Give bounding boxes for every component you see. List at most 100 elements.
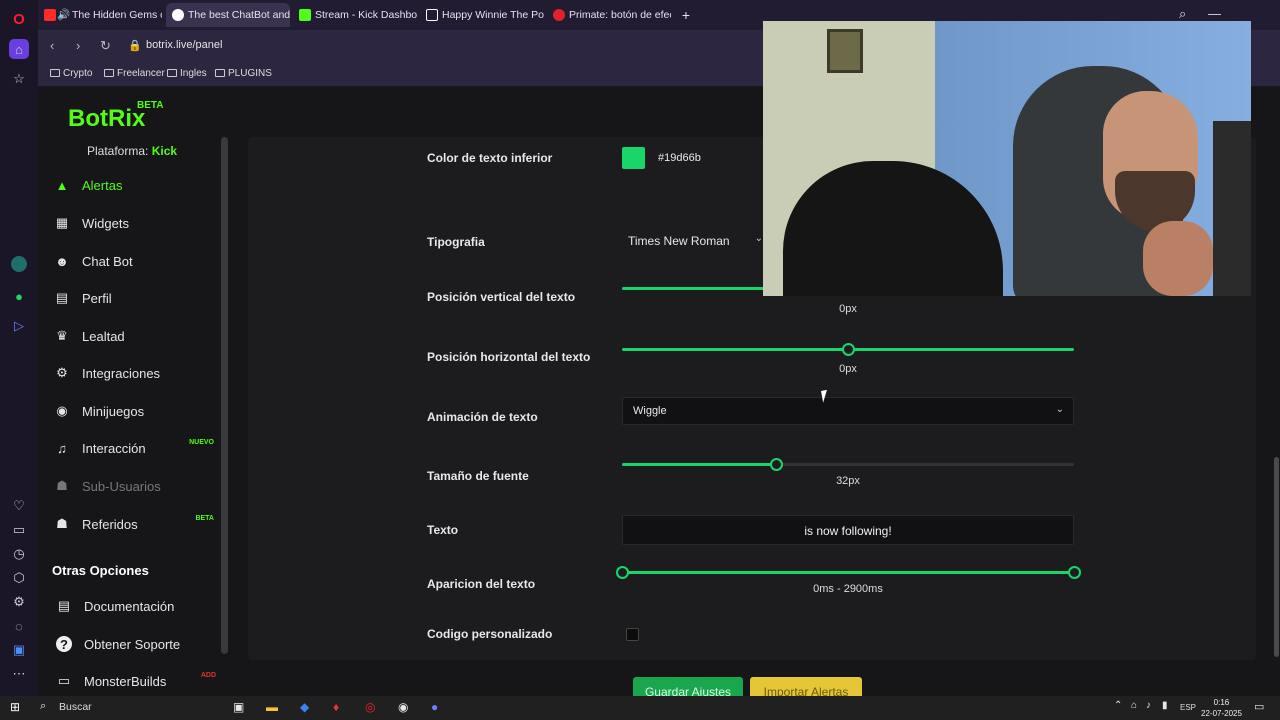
chatgpt-icon[interactable] (11, 256, 27, 272)
tab-winnie[interactable]: Happy Winnie The Pooh G (420, 3, 544, 27)
animation-select[interactable]: Wiggle ⌄ (622, 397, 1074, 425)
appear-start-thumb[interactable] (616, 566, 629, 579)
sidebar-item-sub-usuarios[interactable]: ☗ Sub-Usuarios (54, 475, 224, 497)
sidebar-scrollbar[interactable] (221, 137, 228, 654)
folder-icon (50, 69, 60, 77)
obs-icon[interactable]: ◉ (398, 700, 408, 714)
sidebar-item-interaccion[interactable]: ♫ Interacción NUEVO (54, 437, 224, 459)
text-input[interactable]: is now following! (622, 515, 1074, 545)
sidebar-item-perfil[interactable]: ▤ Perfil (54, 287, 224, 309)
laptop-icon: ▭ (57, 673, 71, 688)
new-badge: NUEVO (189, 439, 214, 446)
star-icon[interactable]: ☆ (9, 69, 29, 89)
reload-icon[interactable]: ↻ (100, 38, 111, 54)
horizontal-position-slider[interactable] (622, 343, 1074, 356)
brand-logo[interactable]: BotRix (68, 105, 145, 133)
taskbar-search[interactable]: Buscar (59, 701, 92, 713)
sidebar: Plataforma: Kick ▲ Alertas ▦ Widgets ☻ C… (38, 137, 230, 696)
task-view-icon[interactable]: ▣ (233, 700, 244, 714)
page-scrollbar[interactable] (1274, 457, 1279, 657)
tab-primate[interactable]: Primate: botón de efectos (547, 3, 671, 27)
heart-icon[interactable]: ♡ (9, 496, 29, 516)
users-icon: ☗ (56, 516, 68, 531)
custom-code-label: Codigo personalizado (427, 627, 553, 641)
font-size-thumb[interactable] (769, 458, 783, 471)
file-explorer-icon[interactable]: ▬ (266, 700, 278, 714)
taskbar-clock[interactable]: 0:16 22-07-2025 (1201, 697, 1242, 719)
url-field[interactable]: botrix.live/panel (146, 39, 222, 51)
player-icon[interactable]: ▷ (9, 316, 29, 336)
botrix-favicon-icon (172, 9, 184, 21)
appear-end-thumb[interactable] (1068, 566, 1081, 579)
sidebar-item-minijuegos[interactable]: ◉ Minijuegos (54, 400, 224, 422)
sidebar-item-chat-bot[interactable]: ☻ Chat Bot (54, 250, 224, 272)
lightbulb-icon[interactable]: ◌ (9, 616, 29, 636)
app-icon[interactable]: ◆ (300, 700, 309, 714)
font-size-slider[interactable] (622, 458, 1074, 471)
home-icon[interactable]: ⌂ (9, 39, 29, 59)
sidebar-item-alertas[interactable]: ▲ Alertas (54, 174, 224, 196)
users-icon: ☗ (56, 478, 68, 493)
tab-kick-dashboard[interactable]: Stream - Kick Dashboard (293, 3, 417, 27)
app-icon-3[interactable]: ● (431, 700, 438, 714)
bookmark-crypto[interactable]: Crypto (50, 68, 92, 79)
horizontal-position-value: 0px (839, 363, 857, 375)
history-icon[interactable]: ◷ (9, 544, 29, 564)
opera-taskbar-icon[interactable]: ◎ (365, 700, 375, 714)
picture-frame (827, 29, 863, 73)
color-hex-input[interactable]: #19d66b (651, 146, 771, 170)
bookmark-freelancer[interactable]: Freelancer (104, 68, 165, 79)
minimize-icon[interactable]: — (1208, 6, 1221, 21)
more-icon[interactable]: ⋯ (9, 664, 29, 684)
sidebar-item-integraciones[interactable]: ⚙ Integraciones (54, 362, 224, 384)
save-settings-button[interactable]: Guardar Ajustes (633, 677, 743, 696)
app-icon-2[interactable]: ♦ (333, 700, 339, 714)
vertical-position-label: Posición vertical del texto (427, 290, 576, 304)
text-label: Texto (427, 523, 459, 537)
notifications-icon[interactable]: ▭ (1254, 700, 1264, 713)
horizontal-position-thumb[interactable] (842, 343, 855, 356)
new-tab-button[interactable]: + (674, 3, 698, 27)
trophy-icon: ♛ (56, 328, 68, 343)
sidebar-item-referidos[interactable]: ☗ Referidos BETA (54, 513, 224, 535)
network-icon[interactable]: ⌂ (1131, 700, 1137, 711)
sidebar-item-lealtad[interactable]: ♛ Lealtad (54, 325, 224, 347)
tab-botrix[interactable]: The best ChatBot and We (166, 3, 290, 27)
tabs-icon[interactable]: ▭ (9, 520, 29, 540)
primate-icon (553, 9, 565, 21)
language-indicator[interactable]: ESP (1180, 703, 1196, 712)
volume-icon[interactable]: ♪ (1146, 700, 1151, 711)
cube-icon[interactable]: ⬡ (9, 568, 29, 588)
webcam-overlay (763, 21, 1251, 296)
translate-icon[interactable]: ▣ (9, 640, 29, 660)
opera-sidebar: O ⌂ ☆ ● ▷ ♡ ▭ ◷ ⬡ ⚙ ◌ ▣ ⋯ (0, 0, 38, 696)
chevron-up-icon[interactable]: ⌃ (1114, 700, 1122, 711)
search-tabs-icon[interactable]: ⌕ (1179, 6, 1186, 22)
color-swatch[interactable] (622, 147, 645, 169)
custom-code-checkbox[interactable] (626, 628, 639, 641)
book-icon: ▤ (57, 598, 71, 613)
opera-logo-icon[interactable]: O (9, 9, 29, 29)
vertical-position-value: 0px (839, 303, 857, 315)
person-hand (1143, 221, 1213, 296)
settings-icon[interactable]: ⚙ (9, 592, 29, 612)
forward-icon[interactable]: › (76, 38, 80, 53)
sidebar-item-documentacion[interactable]: ▤ Documentación (56, 595, 226, 617)
back-icon[interactable]: ‹ (50, 38, 54, 53)
import-alerts-button[interactable]: Importar Alertas (750, 677, 862, 696)
font-select[interactable]: Times New Roman ⌄ (622, 227, 772, 255)
bookmark-ingles[interactable]: Ingles (167, 68, 207, 79)
windows-taskbar: ⊞ ⌕ Buscar ▣ ▬ ◆ ♦ ◎ ◉ ● ⌃ ⌂ ♪ ▮ ESP 0:1… (0, 696, 1280, 720)
search-icon[interactable]: ⌕ (40, 700, 46, 713)
appear-range-slider[interactable] (616, 566, 1081, 579)
sidebar-item-widgets[interactable]: ▦ Widgets (54, 212, 224, 234)
microphone-icon[interactable]: ▮ (1162, 700, 1168, 711)
sidebar-item-monsterbuilds[interactable]: ▭ MonsterBuilds ADD (56, 670, 226, 692)
whatsapp-icon[interactable]: ● (9, 286, 29, 306)
bookmark-plugins[interactable]: PLUGINS (215, 68, 272, 79)
font-size-label: Tamaño de fuente (427, 469, 529, 483)
windows-start-icon[interactable]: ⊞ (10, 700, 20, 714)
sidebar-item-soporte[interactable]: ? Obtener Soporte (56, 633, 226, 655)
tab-hidden-gems[interactable]: 🔊 The Hidden Gems of A (38, 3, 162, 27)
audio-icon[interactable]: 🔊 (57, 3, 70, 27)
